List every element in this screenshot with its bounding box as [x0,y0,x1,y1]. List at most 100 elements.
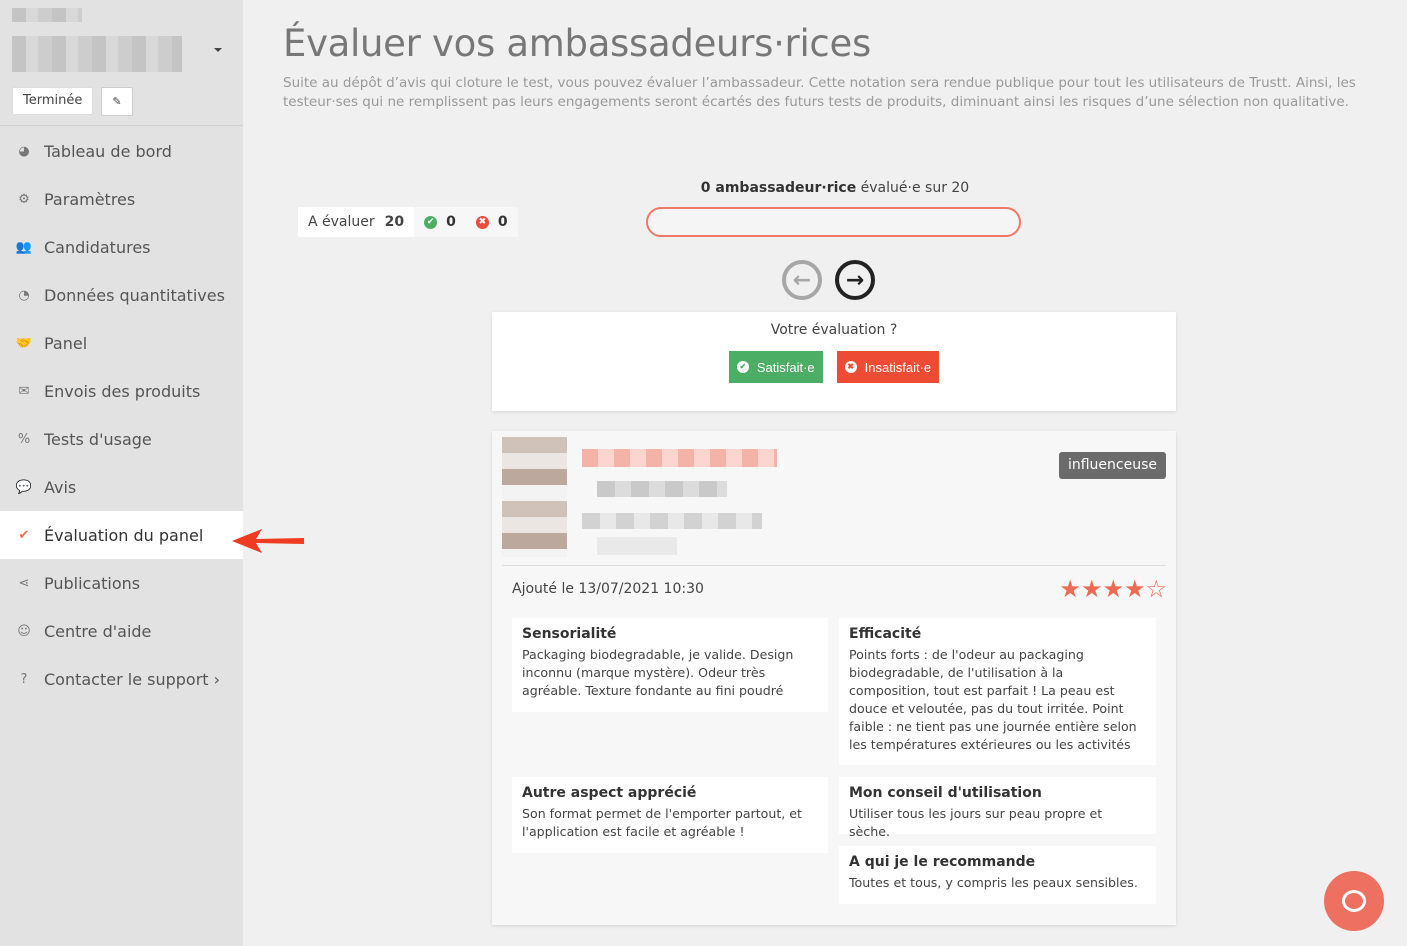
section-text: Son format permet de l'emporter partout,… [522,806,802,839]
section-text: Toutes et tous, y compris les peaux sens… [849,875,1138,890]
evaluation-card: Votre évaluation ? ✔ Satisfait·e ✖ Insat… [492,312,1176,411]
envelope-icon: ✉ [18,383,30,399]
review-section-usage-tip: Mon conseil d'utilisation Utiliser tous … [839,777,1156,839]
sidebar-item[interactable]: ◕ Tableau de bord [0,127,243,175]
unsatisfied-count: 0 [497,214,508,230]
sidebar-item-label: Tableau de bord [44,141,172,161]
to-evaluate-label: A évaluer [308,214,375,230]
progress-label: 0 ambassadeur·rice évalué·e sur 20 [646,180,1024,196]
dashboard-icon: ◕ [18,143,30,159]
section-title: Efficacité [849,626,922,642]
sidebar-item-label: Données quantitatives [44,285,225,305]
sidebar-item[interactable]: ⋖ Publications [0,559,243,607]
review-section-other-aspect: Autre aspect apprécié Son format permet … [512,777,828,853]
star-filled-icon: ★ [1123,575,1146,603]
star-filled-icon: ★ [1080,575,1103,603]
chevron-down-icon[interactable] [214,48,222,52]
reviewer-info-blurred [597,537,677,555]
pie-chart-icon: ◔ [18,287,30,303]
help-chat-button[interactable] [1324,871,1384,931]
page-title: Évaluer vos ambassadeurs·rices [283,22,871,65]
review-section-efficacy: Efficacité Points forts : de l'odeur au … [839,618,1156,765]
review-navigation: ← → [782,260,875,300]
evaluation-counters: A évaluer 20 ✔ 0 ✖ 0 [298,207,518,237]
satisfied-count: 0 [446,214,456,230]
main-content: Évaluer vos ambassadeurs·rices Suite au … [243,0,1407,946]
sidebar-item-label: Centre d'aide [44,621,152,641]
users-icon: 👥 [15,239,33,255]
sidebar-item[interactable]: ◔ Données quantitatives [0,271,243,319]
review-card: influenceuse Ajouté le 13/07/2021 10:30 … [492,431,1176,925]
percent-icon: % [17,431,31,447]
evaluation-question: Votre évaluation ? [770,322,898,338]
comments-icon: 💬 [15,479,33,495]
review-section-recommended-for: A qui je le recommande Toutes et tous, y… [839,846,1156,904]
sidebar-item-label: Avis [44,477,77,497]
sidebar-item[interactable]: ⚙ Paramètres [0,175,243,223]
sidebar-item-label: Paramètres [44,189,136,209]
star-filled-icon: ★ [1102,575,1124,603]
chat-bubble-icon [1342,890,1366,912]
progress-rest: évalué·e sur 20 [856,180,970,196]
share-icon: ⋖ [18,575,30,591]
sidebar-item[interactable]: 👥 Candidatures [0,223,243,271]
sidebar-item[interactable]: ? Contacter le support › [0,655,243,703]
question-circle-icon: ? [20,671,28,687]
edit-button[interactable]: ✎ [101,87,133,116]
star-filled-icon: ★ [1059,575,1081,603]
sidebar-item[interactable]: % Tests d'usage [0,415,243,463]
next-arrow-icon[interactable]: → [835,260,875,300]
satisfied-button[interactable]: ✔ Satisfait·e [728,351,823,383]
check-circle-icon: ✔ [18,527,30,543]
sidebar-nav: ◕ Tableau de bord ⚙ Paramètres 👥 Candidatures… [0,127,243,703]
section-text: Packaging biodegradable, je valide. Desi… [522,647,794,698]
sidebar-item-label: Panel [44,333,88,353]
section-title: A qui je le recommande [849,854,1036,870]
to-evaluate-count: 20 [384,214,405,230]
section-title: Autre aspect apprécié [522,785,697,801]
intro-text: Suite au dépôt d’avis qui cloture le tes… [283,75,1356,110]
sidebar-item[interactable]: ✉ Envois des produits [0,367,243,415]
project-name-blurred[interactable] [12,36,182,72]
check-circle-icon: ✔ [424,215,438,229]
avatar [502,437,567,557]
divider [502,565,1166,566]
sidebar-item[interactable]: 🤝 Panel [0,319,243,367]
progress-count: 0 ambassadeur·rice [700,180,857,196]
sidebar-item-label: Envois des produits [44,381,201,401]
section-text: Utiliser tous les jours sur peau propre … [849,806,1103,839]
times-circle-icon: ✖ [475,215,489,229]
star-rating: ★★★★☆ [1059,575,1167,603]
section-title: Sensorialité [522,626,617,642]
satisfied-counter: ✔ 0 [414,207,466,237]
star-empty-icon: ☆ [1145,575,1167,603]
reviewer-info-blurred [582,513,762,529]
sidebar-item-label: Candidatures [44,237,151,257]
progress-bar [646,207,1021,237]
sidebar-item-label: Évaluation du panel [44,525,204,545]
times-icon: ✖ [844,361,857,373]
satisfied-button-label: Satisfait·e [756,359,815,375]
sidebar-item-label: Contacter le support › [44,669,221,689]
profile-type-badge: influenceuse [1058,452,1166,479]
reviewer-info-blurred [597,481,727,497]
to-evaluate-counter: A évaluer 20 [298,207,415,237]
unsatisfied-button-label: Insatisfait·e [864,359,932,375]
review-section-sensoriality: Sensorialité Packaging biodegradable, je… [512,618,828,712]
edit-icon: ✎ [112,95,122,108]
project-header: Terminée ✎ [0,0,243,126]
unsatisfied-button[interactable]: ✖ Insatisfait·e [836,351,940,383]
section-title: Mon conseil d'utilisation [849,785,1042,801]
reviewer-name-blurred[interactable] [582,449,777,467]
sidebar-item[interactable]: ☺ Centre d'aide [0,607,243,655]
added-date: Ajouté le 13/07/2021 10:30 [512,581,704,597]
sidebar-item[interactable]: 💬 Avis [0,463,243,511]
check-icon: ✔ [736,361,749,373]
handshake-icon: 🤝 [15,335,33,351]
status-badge: Terminée [12,87,94,115]
sidebar-item[interactable]: ✔ Évaluation du panel [0,511,243,559]
sidebar-item-label: Tests d'usage [44,429,152,449]
sidebar-item-label: Publications [44,573,141,593]
previous-arrow-icon[interactable]: ← [782,260,822,300]
smile-icon: ☺ [17,623,31,639]
